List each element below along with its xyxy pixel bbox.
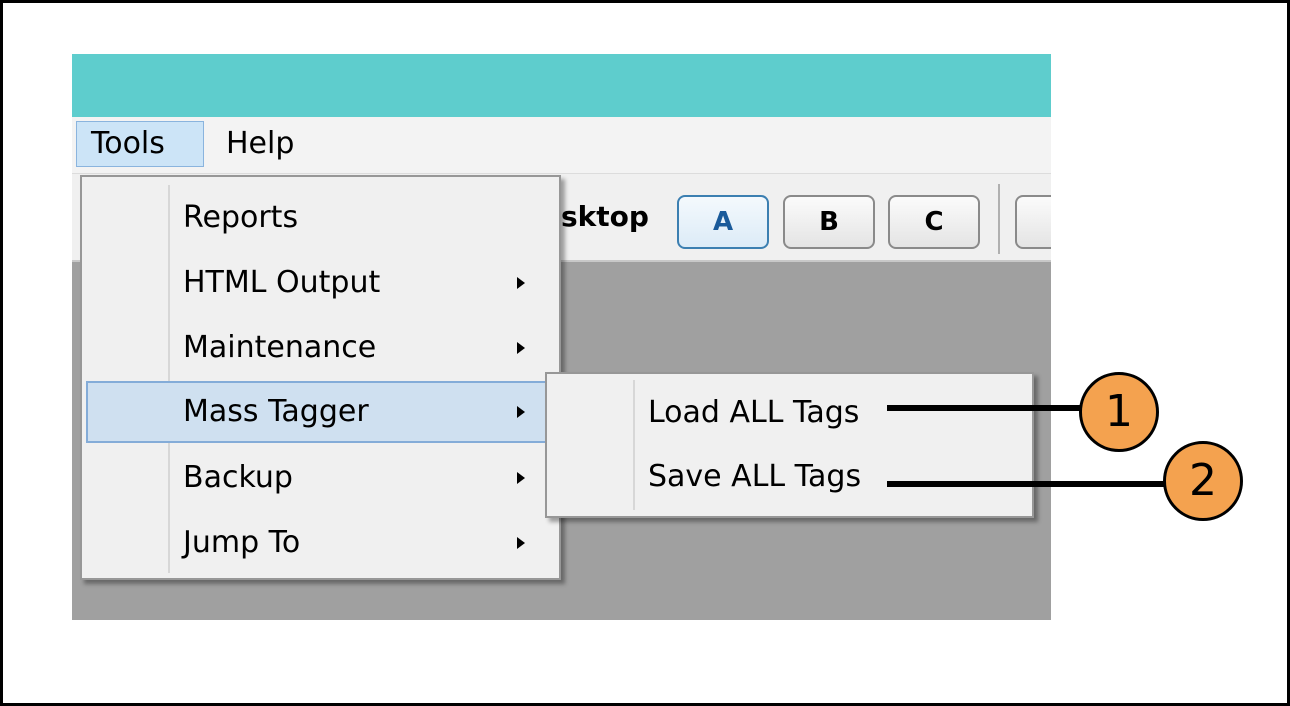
menu-tools[interactable]: Tools bbox=[76, 121, 204, 167]
callout-badge-1: 1 bbox=[1079, 372, 1159, 452]
submenu-arrow-icon bbox=[517, 406, 525, 418]
submenu-arrow-icon bbox=[517, 277, 525, 289]
tools-dropdown-menu: Reports HTML Output Maintenance Mass Tag… bbox=[80, 175, 561, 580]
desktop-b-button[interactable]: B bbox=[783, 195, 875, 249]
menu-item-maintenance[interactable]: Maintenance bbox=[86, 317, 555, 379]
menu-item-label: Backup bbox=[183, 460, 293, 495]
menu-item-jump-to[interactable]: Jump To bbox=[86, 512, 555, 574]
toolbar-overflow-button[interactable] bbox=[1015, 195, 1051, 249]
menu-item-save-all-tags[interactable]: Save ALL Tags bbox=[551, 446, 1028, 508]
menu-item-label: Reports bbox=[183, 200, 299, 235]
desktop-a-button[interactable]: A bbox=[677, 195, 769, 249]
submenu-arrow-icon bbox=[517, 537, 525, 549]
toolbar-separator bbox=[998, 184, 1000, 254]
callout-line-2 bbox=[887, 481, 1169, 487]
menu-help[interactable]: Help bbox=[212, 121, 308, 167]
submenu-arrow-icon bbox=[517, 472, 525, 484]
menu-item-mass-tagger[interactable]: Mass Tagger bbox=[86, 381, 555, 443]
mass-tagger-submenu: Load ALL Tags Save ALL Tags bbox=[545, 372, 1034, 518]
menu-bar: Tools Help bbox=[72, 117, 1051, 174]
menu-item-label: HTML Output bbox=[183, 265, 381, 300]
menu-item-html-output[interactable]: HTML Output bbox=[86, 252, 555, 314]
menu-item-load-all-tags[interactable]: Load ALL Tags bbox=[551, 382, 1028, 444]
menu-item-label: Save ALL Tags bbox=[648, 459, 862, 494]
desktop-c-button[interactable]: C bbox=[888, 195, 980, 249]
menu-item-label: Load ALL Tags bbox=[648, 395, 860, 430]
figure-frame: Tools Help esktop A B C Reports HTML Out… bbox=[0, 0, 1290, 706]
menu-item-reports[interactable]: Reports bbox=[86, 187, 555, 249]
menu-item-label: Maintenance bbox=[183, 330, 377, 365]
submenu-arrow-icon bbox=[517, 342, 525, 354]
callout-line-1 bbox=[887, 405, 1085, 411]
menu-item-label: Jump To bbox=[183, 525, 301, 560]
callout-badge-2: 2 bbox=[1163, 441, 1243, 521]
title-bar bbox=[72, 54, 1051, 117]
menu-item-backup[interactable]: Backup bbox=[86, 447, 555, 509]
menu-item-label: Mass Tagger bbox=[183, 394, 369, 429]
